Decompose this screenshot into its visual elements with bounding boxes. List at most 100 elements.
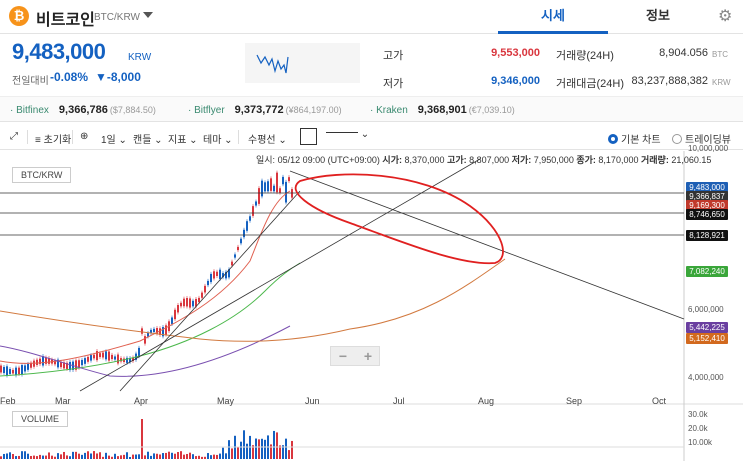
line-color-picker[interactable]	[300, 128, 317, 145]
interval-select[interactable]: 1일 ⌄	[101, 131, 127, 146]
volume-bar	[0, 456, 2, 459]
volume-tick: 20.0k	[688, 424, 708, 433]
volume-bar	[102, 456, 104, 459]
volume-bar	[54, 456, 56, 459]
volume-bar	[216, 454, 218, 459]
theme-label: 테마	[203, 135, 222, 146]
radio-off-icon	[672, 134, 682, 144]
candle	[174, 309, 176, 320]
exchange-bitflyer: · Bitflyer 9,373,772 (¥864,197.00)	[188, 104, 342, 116]
gear-icon[interactable]: ⚙	[718, 6, 732, 26]
volume-bar	[195, 456, 197, 459]
volume-value: 8,904.056	[659, 47, 708, 59]
expand-icon[interactable]: ⤢	[10, 131, 18, 142]
globe-icon[interactable]: ⊕	[80, 131, 88, 142]
candle	[243, 229, 245, 238]
volume-bar	[219, 453, 221, 459]
change-label: 전일대비	[12, 76, 49, 87]
candle	[267, 181, 269, 192]
volume-bar	[162, 453, 164, 459]
ohlc-high-label: 고가:	[447, 155, 467, 165]
volume-bar	[48, 452, 50, 459]
price-label: 5,442,225	[686, 322, 728, 333]
candle	[183, 298, 185, 307]
volume-bar	[63, 451, 65, 459]
ohlc-close-label: 종가:	[576, 155, 596, 165]
exchange-name: · Bitfinex	[10, 105, 49, 116]
volume-bar	[15, 456, 17, 459]
candle	[255, 201, 257, 206]
bitcoin-logo-icon: ₿	[9, 6, 29, 26]
volume-bar	[27, 453, 29, 459]
volume-bar	[105, 452, 107, 459]
candle	[201, 292, 203, 298]
price-label: 8,746,650	[686, 209, 728, 220]
volume-bar	[111, 456, 113, 459]
volume-bar	[12, 454, 14, 459]
x-tick-month: Oct	[652, 396, 667, 406]
volume-bar	[171, 452, 173, 459]
reset-button[interactable]: ≡ 초기화	[35, 131, 71, 146]
volume-bar	[201, 456, 203, 459]
hline-select[interactable]: 수평선 ⌄	[248, 131, 287, 146]
volume-bar	[39, 454, 41, 459]
candle	[210, 273, 212, 283]
candle	[15, 367, 17, 376]
candle	[144, 336, 146, 344]
coin-name[interactable]: 비트코인	[36, 6, 95, 30]
current-price: 9,483,000	[12, 39, 106, 64]
volume-bar	[81, 454, 83, 459]
hline-label: 수평선	[248, 135, 276, 146]
coin-pair[interactable]: BTC/KRW	[94, 12, 140, 23]
candle	[18, 367, 20, 375]
zoom-out-button[interactable]: −	[331, 348, 355, 365]
candle	[90, 355, 92, 361]
zoom-in-button[interactable]: +	[356, 348, 380, 365]
candle	[246, 221, 248, 231]
x-tick-month: Jul	[393, 396, 405, 406]
volume-bar	[108, 455, 110, 459]
price-label: 5,152,410	[686, 333, 728, 344]
candle	[213, 271, 215, 279]
volume-bar	[96, 453, 98, 459]
price-summary: 9,483,000 KRW 전일대비 -0.08% ▼-8,000 고가 9,5…	[0, 35, 743, 92]
line-style-select[interactable]: ⌄	[326, 129, 369, 140]
volume-bar	[6, 453, 8, 459]
volume-bar	[273, 430, 275, 459]
x-tick-month: Feb	[0, 396, 16, 406]
exchange-name: · Kraken	[370, 105, 408, 116]
candle	[216, 271, 218, 276]
candle	[285, 181, 287, 203]
basic-chart-radio[interactable]: 기본 차트	[608, 131, 661, 146]
low-value: 9,346,000	[491, 75, 540, 87]
volume-bar	[213, 454, 215, 459]
candle	[111, 354, 113, 360]
volume-bar	[141, 419, 143, 459]
chart-canvas[interactable]	[0, 151, 743, 461]
indicator-select[interactable]: 지표 ⌄	[168, 131, 198, 146]
price-chart[interactable]: 일시: 05/12 09:00 (UTC+09:00) 시가: 8,370,00…	[0, 144, 743, 461]
exchange-bitfinex: · Bitfinex 9,366,786 ($7,884.50)	[10, 104, 156, 116]
change-amount: ▼-8,000	[95, 70, 141, 84]
volume-bar	[120, 455, 122, 459]
basic-chart-label: 기본 차트	[621, 135, 661, 146]
candle	[231, 261, 233, 266]
tab-info[interactable]: 정보	[608, 0, 708, 34]
candle	[240, 238, 242, 244]
theme-select[interactable]: 테마 ⌄	[203, 131, 233, 146]
price-label: 7,082,240	[686, 266, 728, 277]
volume-bar	[255, 438, 257, 459]
candle	[249, 216, 251, 221]
ohlc-vol: 21,060.15	[671, 155, 712, 165]
candle-select[interactable]: 캔들 ⌄	[133, 131, 163, 146]
chevron-down-icon[interactable]	[143, 12, 153, 18]
volume-tag: VOLUME	[12, 411, 69, 427]
volume-label: 거래량(24H)	[556, 50, 614, 62]
tab-quote[interactable]: 시세	[498, 0, 608, 34]
mini-sparkline	[245, 43, 360, 83]
candle	[99, 353, 101, 358]
candle	[171, 317, 173, 324]
exchange-foreign: ($7,884.50)	[109, 105, 156, 115]
volume-bar	[87, 451, 89, 459]
price-unit: KRW	[128, 52, 152, 63]
